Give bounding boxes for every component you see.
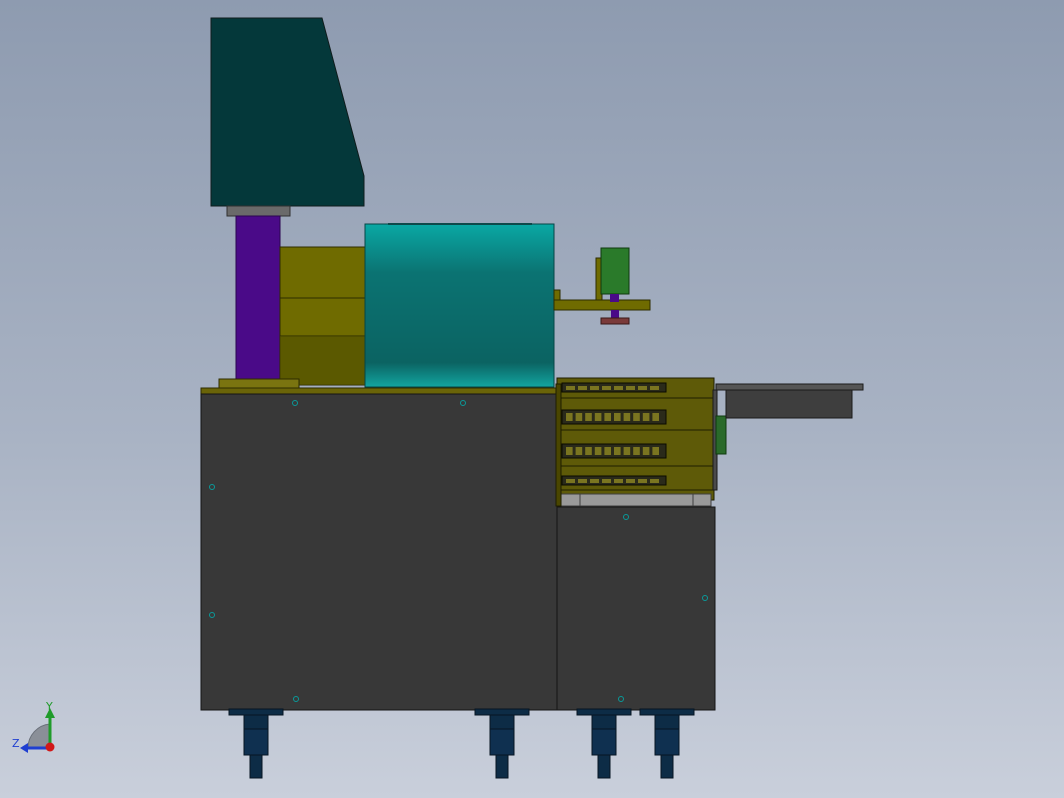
rack-slot [604, 413, 611, 421]
rack-slot [633, 413, 640, 421]
coolant-tank[interactable] [364, 223, 555, 388]
rack-slot [633, 447, 640, 455]
rack-slot [566, 479, 575, 483]
part-rack[interactable] [555, 377, 715, 507]
leveling-feet [228, 708, 695, 779]
rack-slot [575, 413, 583, 421]
rack-slot [578, 479, 587, 483]
motor-block[interactable] [279, 246, 367, 386]
leveling-foot [660, 754, 674, 779]
leveling-foot [474, 708, 530, 716]
rack-slot [638, 479, 647, 483]
rack-slot [652, 447, 659, 455]
rack-slot [566, 386, 575, 390]
cad-viewport[interactable]: Y Z [0, 0, 1064, 798]
leveling-foot [639, 708, 695, 716]
leveling-foot [243, 714, 269, 730]
leveling-foot [576, 708, 632, 716]
z-axis-label: Z [12, 737, 20, 750]
rack-slot [642, 413, 650, 421]
hood-flange [226, 205, 291, 217]
z-arrowhead [20, 743, 28, 753]
rack-slot [590, 479, 599, 483]
spindle-column[interactable] [235, 215, 281, 383]
sensor-foot [600, 317, 630, 325]
rack-slot [585, 447, 592, 455]
rack-slot [590, 386, 599, 390]
rack-slot [566, 413, 573, 421]
leveling-foot [495, 754, 509, 779]
leveling-foot [489, 714, 515, 730]
y-axis-label: Y [45, 700, 53, 713]
x-axis-point [45, 742, 55, 752]
rack-slot [650, 386, 659, 390]
side-cabinet[interactable] [556, 506, 716, 711]
machine-model[interactable]: Y Z [0, 0, 1064, 798]
leveling-foot [654, 714, 680, 730]
rack-slot [623, 413, 631, 421]
leveling-foot [654, 728, 680, 756]
output-tray[interactable] [725, 389, 853, 419]
rack-slot [602, 479, 611, 483]
rack-slot [652, 413, 659, 421]
rack-slot [614, 413, 621, 421]
rack-slot [594, 413, 602, 421]
leveling-foot [489, 728, 515, 756]
rack-slot [638, 386, 647, 390]
rack-slot [642, 447, 650, 455]
rack-slot [614, 447, 621, 455]
rack-slot [626, 479, 635, 483]
rack-slot [623, 447, 631, 455]
leveling-foot [243, 728, 269, 756]
rack-slot [594, 447, 602, 455]
rack-slot [602, 386, 611, 390]
leveling-foot [591, 714, 617, 730]
rack-slot [604, 447, 611, 455]
coordinate-triad[interactable]: Y Z [12, 700, 55, 753]
rack-slot [650, 479, 659, 483]
rack-slot [578, 386, 587, 390]
rack-slot [566, 447, 573, 455]
sensor-stem [610, 294, 619, 302]
leveling-foot [249, 754, 263, 779]
hood[interactable] [210, 17, 365, 207]
leveling-foot [597, 754, 611, 779]
rack-slot [614, 386, 623, 390]
side-sensor[interactable] [715, 415, 727, 455]
rack-slot [575, 447, 583, 455]
rack-slot [614, 479, 623, 483]
tray-rim [715, 383, 864, 391]
sensor-mount[interactable] [600, 247, 630, 295]
leveling-foot [591, 728, 617, 756]
main-cabinet[interactable] [200, 393, 558, 711]
rack-slot [626, 386, 635, 390]
rack-slot [585, 413, 592, 421]
arm-beam[interactable] [553, 299, 651, 311]
leveling-foot [228, 708, 284, 716]
